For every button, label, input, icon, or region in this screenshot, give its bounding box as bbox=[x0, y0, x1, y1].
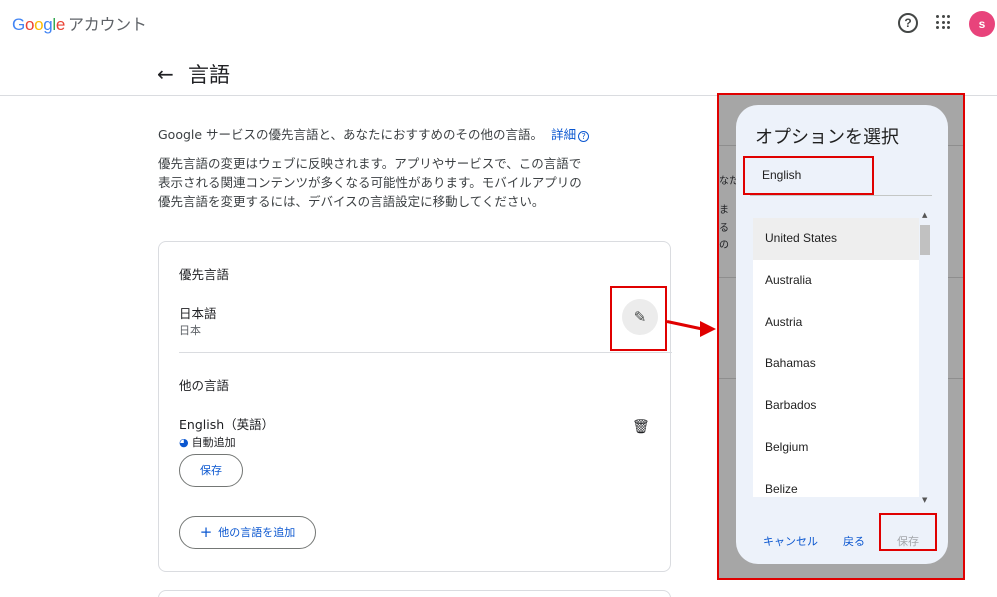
annotation-edit-highlight bbox=[610, 286, 667, 351]
preferred-language-heading: 優先言語 bbox=[179, 267, 230, 282]
annotation-arrow-head bbox=[700, 321, 716, 337]
next-card bbox=[158, 590, 671, 597]
learn-more-link[interactable]: 詳細 bbox=[551, 127, 576, 142]
card-divider bbox=[179, 352, 672, 353]
product-name: アカウント bbox=[68, 15, 147, 34]
info-icon[interactable]: ? bbox=[578, 131, 590, 142]
annotation-language-highlight bbox=[743, 156, 874, 195]
auto-added-label: ◕ 自動追加 bbox=[179, 436, 236, 449]
avatar[interactable]: s bbox=[969, 11, 995, 37]
google-account-logo[interactable]: Google アカウント bbox=[12, 11, 147, 35]
trash-icon[interactable]: 🗑 bbox=[632, 419, 650, 435]
page-title: 言語 bbox=[188, 63, 230, 87]
preferred-language-region: 日本 bbox=[179, 324, 201, 337]
back-arrow-icon[interactable]: ← bbox=[157, 62, 174, 86]
other-language-name: English（英語） bbox=[179, 417, 275, 432]
preferred-language-name: 日本語 bbox=[179, 306, 217, 321]
help-icon[interactable]: ? bbox=[898, 13, 918, 33]
add-language-button[interactable]: + 他の言語を追加 bbox=[179, 516, 316, 549]
description: 優先言語の変更はウェブに反映されます。アプリやサービスで、この言語で 表示される… bbox=[158, 156, 582, 209]
language-card: 優先言語 日本語 日本 ✎ 他の言語 English（英語） ◕ 自動追加 🗑 保… bbox=[158, 241, 672, 572]
other-languages-heading: 他の言語 bbox=[179, 378, 230, 393]
plus-icon: + bbox=[199, 523, 213, 541]
apps-icon[interactable] bbox=[936, 15, 950, 29]
intro-text: Google サービスの優先言語と、あなたにおすすめのその他の言語。 詳細? bbox=[158, 124, 590, 143]
annotation-save-highlight bbox=[879, 513, 937, 551]
save-other-language-button[interactable]: 保存 bbox=[179, 454, 243, 487]
auto-translate-icon: ◕ bbox=[179, 436, 189, 449]
top-bar: Google アカウント ? s bbox=[0, 0, 997, 48]
